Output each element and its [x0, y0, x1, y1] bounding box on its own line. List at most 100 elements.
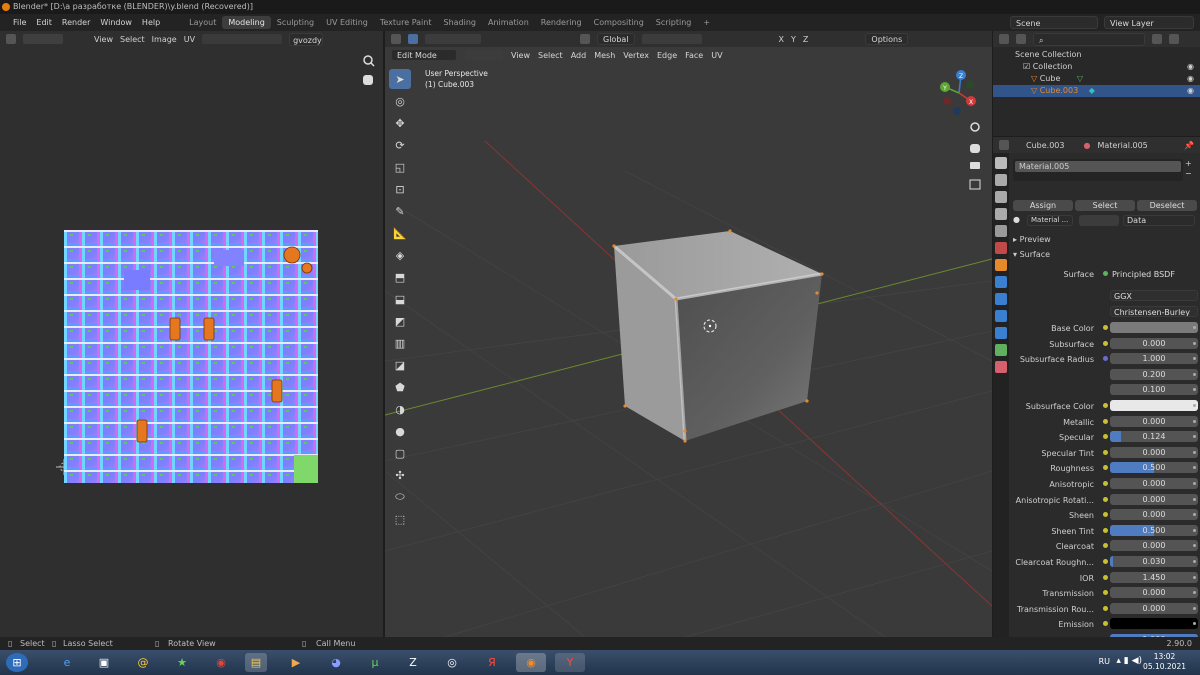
uv-menu-view[interactable]: View — [94, 35, 113, 44]
value-slider[interactable]: 0.000 — [1110, 415, 1198, 427]
material-name-field[interactable]: Material ... — [1027, 215, 1073, 226]
editor-type-icon[interactable] — [999, 140, 1009, 150]
value-slider[interactable]: 0.000 — [1110, 602, 1198, 614]
socket-icon[interactable] — [1103, 590, 1108, 596]
value-slider[interactable]: 1.000 — [1110, 353, 1198, 365]
edge-slide-tool-icon[interactable]: ▢ — [389, 443, 411, 463]
tab-sculpting[interactable]: Sculpting — [271, 16, 320, 29]
remove-slot-icon[interactable]: − — [1185, 169, 1192, 179]
windows-start-icon[interactable]: ⊞ — [6, 653, 28, 672]
discord-icon[interactable]: ◕ — [325, 653, 347, 672]
tab-animation[interactable]: Animation — [482, 16, 535, 29]
uv-menu-image[interactable]: Image — [152, 35, 177, 44]
checkbox-icon[interactable]: ☑ — [1023, 62, 1030, 71]
eye-icon[interactable]: ◉ — [1187, 85, 1194, 97]
inset-tool-icon[interactable]: ⬓ — [389, 289, 411, 309]
file-explorer-icon[interactable]: ▤ — [245, 653, 267, 672]
transform-orientation-select[interactable]: Global — [597, 33, 635, 45]
keyframe-dot-icon[interactable] — [1193, 482, 1196, 485]
vp-menu-uv[interactable]: UV — [711, 51, 722, 60]
modifier-tab-icon[interactable] — [995, 276, 1007, 288]
vp-menu-add[interactable]: Add — [571, 51, 587, 60]
value-slider[interactable]: 0.200 — [1110, 368, 1198, 380]
blender-taskbar-icon[interactable]: ◉ — [516, 653, 546, 672]
utorrent-icon[interactable]: µ — [364, 653, 386, 672]
axis-y-toggle[interactable]: Y — [791, 35, 796, 44]
eye-icon[interactable]: ◉ — [1187, 61, 1194, 73]
tab-compositing[interactable]: Compositing — [588, 16, 650, 29]
zbrush-icon[interactable]: Z — [402, 653, 424, 672]
socket-icon[interactable] — [1103, 340, 1108, 346]
vp-menu-vertex[interactable]: Vertex — [623, 51, 649, 60]
overlay-shading-icons[interactable] — [860, 50, 992, 60]
world-tab-icon[interactable] — [995, 242, 1007, 254]
tool-tab-icon[interactable] — [995, 157, 1007, 169]
material-browse-icon[interactable]: ● — [1013, 215, 1020, 224]
value-slider[interactable]: 0.000 — [1110, 337, 1198, 349]
uv-zoom-icon[interactable] — [363, 55, 375, 67]
snapping-proportional-icons[interactable] — [641, 34, 702, 44]
transform-tool-icon[interactable]: ⊡ — [389, 179, 411, 199]
keyframe-dot-icon[interactable] — [1193, 404, 1196, 407]
outliner-item-cube-003[interactable]: ▽ Cube.003 ◆ ◉ — [993, 85, 1200, 97]
value-slider[interactable]: 0.000 — [1110, 509, 1198, 521]
value-slider[interactable]: 0.124 — [1110, 431, 1198, 443]
tab-texture-paint[interactable]: Texture Paint — [374, 16, 438, 29]
keyframe-dot-icon[interactable] — [1193, 575, 1196, 579]
cube-mesh[interactable] — [612, 229, 824, 443]
vertex-edge-face-mode-icons[interactable] — [465, 50, 504, 60]
axis-x-toggle[interactable]: X — [779, 35, 784, 44]
menu-edit[interactable]: Edit — [31, 18, 57, 27]
rotate-tool-icon[interactable]: ⟳ — [389, 135, 411, 155]
editor-type-icon[interactable] — [6, 34, 16, 44]
keyframe-dot-icon[interactable] — [1193, 341, 1196, 345]
uv-canvas[interactable] — [0, 47, 383, 637]
output-tab-icon[interactable] — [995, 191, 1007, 203]
steam-icon[interactable]: ◎ — [441, 653, 463, 672]
socket-icon[interactable] — [1103, 574, 1108, 580]
particles-tab-icon[interactable] — [995, 293, 1007, 305]
socket-icon[interactable] — [1103, 481, 1108, 486]
chrome-icon[interactable]: ◉ — [210, 653, 232, 672]
add-slot-icon[interactable]: + — [1185, 159, 1192, 169]
scene-selector[interactable]: Scene — [1010, 16, 1098, 29]
uv-pivot-snap-icons[interactable] — [202, 34, 283, 44]
select-button[interactable]: Select — [1075, 200, 1135, 211]
tab-shading[interactable]: Shading — [437, 16, 482, 29]
axis-z-toggle[interactable]: Z — [803, 35, 808, 44]
object-tab-icon[interactable] — [995, 259, 1007, 271]
vp-menu-mesh[interactable]: Mesh — [594, 51, 615, 60]
keyframe-dot-icon[interactable] — [1193, 528, 1196, 532]
yandex-browser-icon[interactable]: Y — [555, 653, 585, 672]
socket-icon[interactable] — [1103, 621, 1108, 627]
assign-button[interactable]: Assign — [1013, 200, 1073, 211]
box-app-icon[interactable]: ▣ — [93, 653, 115, 672]
knife-tool-icon[interactable]: ◪ — [389, 355, 411, 375]
keyframe-dot-icon[interactable] — [1193, 450, 1196, 454]
socket-icon[interactable] — [1103, 605, 1108, 611]
green-star-icon[interactable]: ★ — [171, 653, 193, 672]
surface-shader-field[interactable]: Principled BSDF — [1112, 270, 1175, 279]
outliner-item-collection[interactable]: ☑ Collection ◉ — [993, 61, 1200, 73]
filter-icon[interactable] — [1152, 34, 1162, 44]
value-slider[interactable]: 0.000 — [1110, 540, 1198, 552]
shrink-fatten-tool-icon[interactable]: ✣ — [389, 465, 411, 485]
subsurface-method-select[interactable]: Christensen-Burley — [1110, 306, 1198, 317]
menu-help[interactable]: Help — [137, 18, 165, 27]
uv-menu-select[interactable]: Select — [120, 35, 145, 44]
shear-tool-icon[interactable]: ⬭ — [389, 487, 411, 507]
socket-icon[interactable] — [1103, 559, 1108, 564]
color-swatch[interactable] — [1110, 400, 1198, 411]
smooth-tool-icon[interactable]: ● — [389, 421, 411, 441]
view-layer-tab-icon[interactable] — [995, 208, 1007, 220]
add-workspace-icon[interactable]: + — [697, 16, 716, 29]
value-slider[interactable]: 0.500 — [1110, 462, 1198, 474]
material-slot-item[interactable]: Material.005 — [1015, 161, 1181, 172]
at-mail-icon[interactable]: @ — [132, 653, 154, 672]
menu-render[interactable]: Render — [57, 18, 95, 27]
vp-menu-face[interactable]: Face — [685, 51, 703, 60]
move-tool-icon[interactable]: ✥ — [389, 113, 411, 133]
options-dropdown[interactable]: Options — [865, 33, 909, 45]
pin-icon[interactable]: 📌 — [1184, 141, 1194, 150]
menu-file[interactable]: File — [8, 18, 31, 27]
